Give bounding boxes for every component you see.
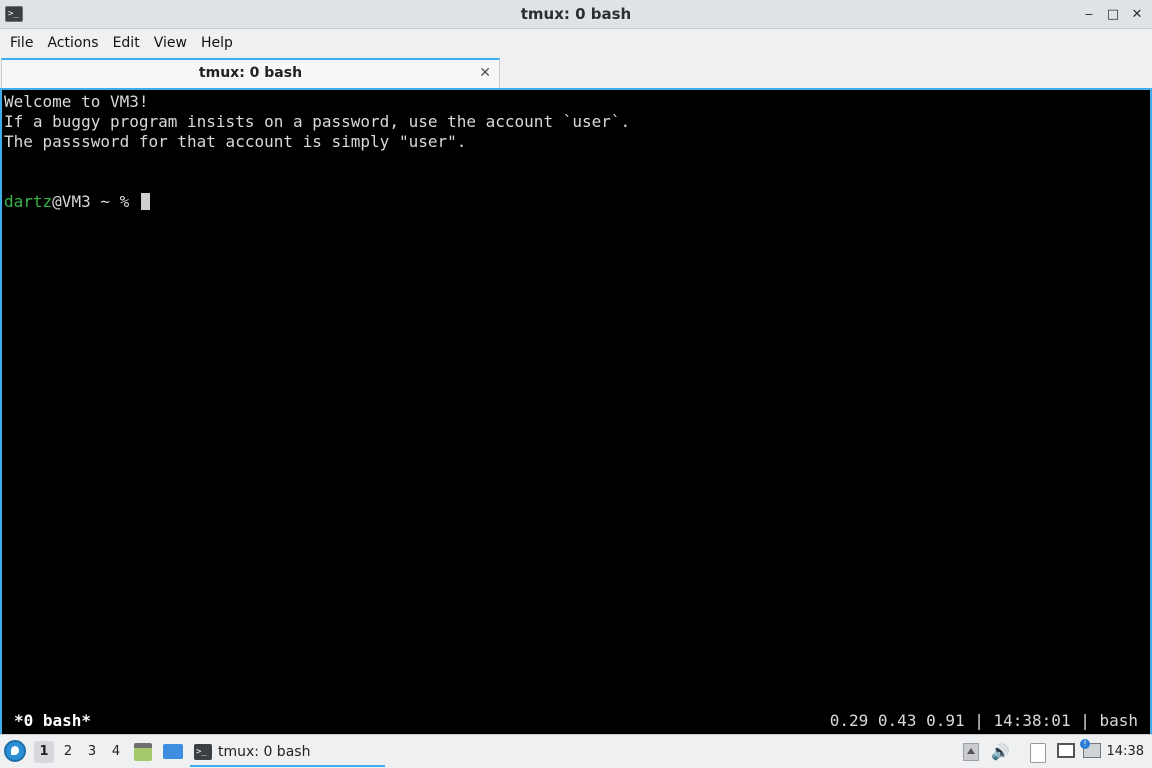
menu-edit[interactable]: Edit <box>106 29 147 57</box>
terminal-icon: >_ <box>194 744 212 760</box>
clock[interactable]: 14:38 <box>1107 735 1144 768</box>
prompt-user: dartz <box>4 192 53 211</box>
task-label: tmux: 0 bash <box>218 744 311 760</box>
task-button-tmux[interactable]: >_ tmux: 0 bash <box>190 739 385 767</box>
close-button[interactable]: ✕ <box>1130 7 1144 22</box>
prompt-host: @VM3 ~ % <box>52 192 139 211</box>
desktop-3-button[interactable]: 3 <box>82 741 102 763</box>
text-cursor <box>140 193 150 210</box>
taskbar: 1 2 3 4 >_ tmux: 0 bash 🔊 14:38 <box>0 734 1152 768</box>
tab-label: tmux: 0 bash <box>198 65 303 81</box>
tab-close-icon[interactable]: ✕ <box>479 65 491 81</box>
menu-file[interactable]: File <box>3 29 40 57</box>
shell-prompt: dartz@VM3 ~ % <box>4 192 150 212</box>
menu-bar: File Actions Edit View Help <box>0 29 1152 57</box>
terminal-line: The passsword for that account is simply… <box>4 132 467 151</box>
show-hidden-icon[interactable] <box>963 743 979 761</box>
start-menu-icon[interactable] <box>4 740 26 762</box>
tab-tmux-bash[interactable]: tmux: 0 bash ✕ <box>1 58 500 88</box>
desktop-2-button[interactable]: 2 <box>58 741 78 763</box>
menu-view[interactable]: View <box>147 29 194 57</box>
file-manager-icon[interactable] <box>134 743 152 761</box>
menu-actions[interactable]: Actions <box>40 29 105 57</box>
volume-icon[interactable]: 🔊 <box>991 743 1010 761</box>
terminal-line: If a buggy program insists on a password… <box>4 112 631 131</box>
menu-help[interactable]: Help <box>194 29 240 57</box>
tmux-right-status: 0.29 0.43 0.91 | 14:38:01 | bash <box>829 711 1138 730</box>
show-desktop-icon[interactable] <box>163 744 183 759</box>
update-notifier-icon[interactable] <box>1080 739 1101 758</box>
terminal-line: Welcome to VM3! <box>4 92 149 111</box>
window-titlebar[interactable]: >_ tmux: 0 bash ‒ □ ✕ <box>0 0 1152 29</box>
tab-bar: tmux: 0 bash ✕ <box>0 57 1152 90</box>
window-title: tmux: 0 bash <box>520 5 632 23</box>
window-controls: ‒ □ ✕ <box>1082 0 1144 29</box>
minimize-button[interactable]: ‒ <box>1082 7 1096 22</box>
terminal-area[interactable]: Welcome to VM3! If a buggy program insis… <box>0 90 1152 734</box>
clipboard-icon[interactable] <box>1030 743 1046 763</box>
desktop-4-button[interactable]: 4 <box>106 741 126 763</box>
desktop-1-button[interactable]: 1 <box>34 741 54 763</box>
tmux-window-status: *0 bash* <box>14 711 92 730</box>
maximize-button[interactable]: □ <box>1106 7 1120 22</box>
network-icon[interactable] <box>1057 743 1075 758</box>
